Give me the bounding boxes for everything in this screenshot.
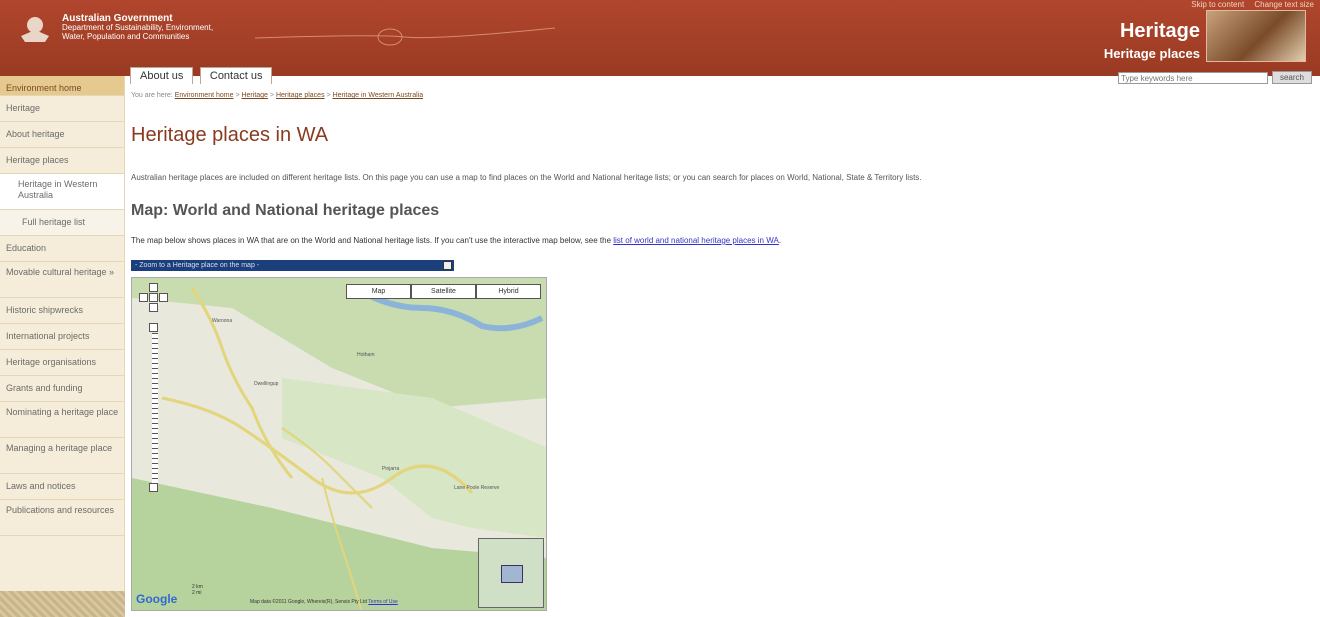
sidebar-item-heritage-places[interactable]: Heritage places [0, 148, 124, 174]
search-button[interactable]: search [1272, 71, 1312, 84]
scale-mi: 2 mi [192, 590, 202, 596]
gov-line-3: Water, Population and Communities [62, 32, 190, 41]
heritage-list-link[interactable]: list of world and national heritage plac… [613, 236, 779, 245]
sidebar-item-laws-and-notices[interactable]: Laws and notices [0, 474, 124, 500]
sidebar-item-grants-and-funding[interactable]: Grants and funding [0, 376, 124, 402]
gov-line-1: Australian Government [62, 13, 173, 24]
map-navigation-control [135, 283, 171, 493]
text-size-link[interactable]: Change text size [1254, 0, 1314, 9]
sidebar-item-about-heritage[interactable]: About heritage [0, 122, 124, 148]
sidebar-item-publications-and-resources[interactable]: Publications and resources [0, 500, 124, 536]
intro-text: Australian heritage places are included … [131, 173, 922, 182]
map-type-satellite-button[interactable]: Satellite [411, 284, 476, 299]
sidebar-decoration [0, 591, 125, 617]
map-credit-text: Map data ©2011 Google, Whereis(R), Sensi… [250, 599, 367, 605]
map-place-label: Lane Poole Reserve [454, 485, 500, 491]
sidebar-item-movable-cultural-heritage[interactable]: Movable cultural heritage » [0, 262, 124, 298]
pan-right-icon[interactable] [159, 293, 168, 302]
sidebar-item-nominating-a-heritage-place[interactable]: Nominating a heritage place [0, 402, 124, 438]
sidebar-item-historic-shipwrecks[interactable]: Historic shipwrecks [0, 298, 124, 324]
zoom-out-icon[interactable] [149, 483, 158, 492]
map-type-map-button[interactable]: Map [346, 284, 411, 299]
map-place-label: Waroona [212, 318, 233, 324]
map-intro-text: The map below shows places in WA that ar… [131, 236, 782, 245]
map-place-label: Hotham [357, 352, 375, 358]
breadcrumb-link-wa[interactable]: Heritage in Western Australia [333, 92, 424, 99]
google-logo[interactable]: Google [136, 592, 177, 606]
sidebar-item-international-projects[interactable]: International projects [0, 324, 124, 350]
search-input[interactable] [1118, 72, 1268, 84]
pan-left-icon[interactable] [139, 293, 148, 302]
breadcrumb-link-places[interactable]: Heritage places [276, 92, 325, 99]
sidebar-nav: Environment home Heritage About heritage He… [0, 76, 125, 617]
section-title: Heritage [1119, 20, 1200, 42]
page-title: Heritage places in WA [131, 124, 329, 146]
map-scale-bar: 2 km 2 mi [192, 584, 203, 596]
map-heading: Map: World and National heritage places [131, 202, 440, 219]
map-credit: Map data ©2011 Google, Whereis(R), Sensi… [250, 599, 398, 605]
map-overview[interactable] [478, 538, 544, 608]
site-banner: Skip to content Change text size Austral… [0, 0, 1320, 76]
section-subtitle: Heritage places [1103, 46, 1200, 61]
sidebar-item-education[interactable]: Education [0, 236, 124, 262]
terms-link[interactable]: Terms of Use [368, 599, 397, 605]
pan-up-icon[interactable] [149, 283, 158, 292]
sidebar-item-environment-home[interactable]: Environment home [0, 76, 124, 96]
sidebar-item-heritage-in-western-australia[interactable]: Heritage in Western Australia [0, 174, 124, 210]
zoom-select-value: - Zoom to a Heritage place on the map - [135, 262, 260, 269]
pan-down-icon[interactable] [149, 303, 158, 312]
sidebar-item-full-heritage-list[interactable]: Full heritage list [0, 210, 124, 236]
pan-center-icon[interactable] [149, 293, 158, 302]
government-name: Australian Government Department of Sust… [62, 13, 214, 42]
map-place-label: Dwellingup [254, 381, 279, 387]
map-type-hybrid-button[interactable]: Hybrid [476, 284, 541, 299]
map-intro-body: The map below shows places in WA that ar… [131, 236, 612, 245]
breadcrumb-link-env[interactable]: Environment home [175, 92, 234, 99]
map-type-control: Map Satellite Hybrid [346, 284, 541, 299]
sidebar-item-managing-a-heritage-place[interactable]: Managing a heritage place [0, 438, 124, 474]
breadcrumb-link-heritage[interactable]: Heritage [241, 92, 267, 99]
government-crest-icon[interactable] [18, 12, 52, 46]
overview-viewport[interactable] [501, 565, 523, 583]
sidebar-item-heritage-organisations[interactable]: Heritage organisations [0, 350, 124, 376]
zoom-in-icon[interactable] [149, 323, 158, 332]
map-place-label: Pinjarra [382, 466, 400, 472]
decorative-swoosh [255, 27, 555, 46]
top-links: Skip to content Change text size [1183, 0, 1314, 9]
tab-contact-us[interactable]: Contact us [199, 67, 273, 84]
breadcrumb: You are here: Environment home > Heritag… [131, 92, 424, 99]
google-map[interactable]: Map Satellite Hybrid Dwellingup Waroona … [131, 277, 547, 611]
zoom-to-place-select[interactable]: - Zoom to a Heritage place on the map - [131, 260, 454, 271]
tab-about-us[interactable]: About us [130, 67, 194, 84]
top-tabs: About us Contact us [130, 66, 274, 84]
breadcrumb-prefix: You are here: [131, 92, 173, 99]
sidebar-item-heritage[interactable]: Heritage [0, 96, 124, 122]
zoom-slider[interactable] [152, 333, 158, 483]
skip-link[interactable]: Skip to content [1191, 0, 1244, 9]
gov-line-2: Department of Sustainability, Environmen… [62, 23, 214, 32]
heritage-photo [1206, 10, 1306, 62]
dropdown-arrow-icon[interactable] [443, 261, 452, 270]
